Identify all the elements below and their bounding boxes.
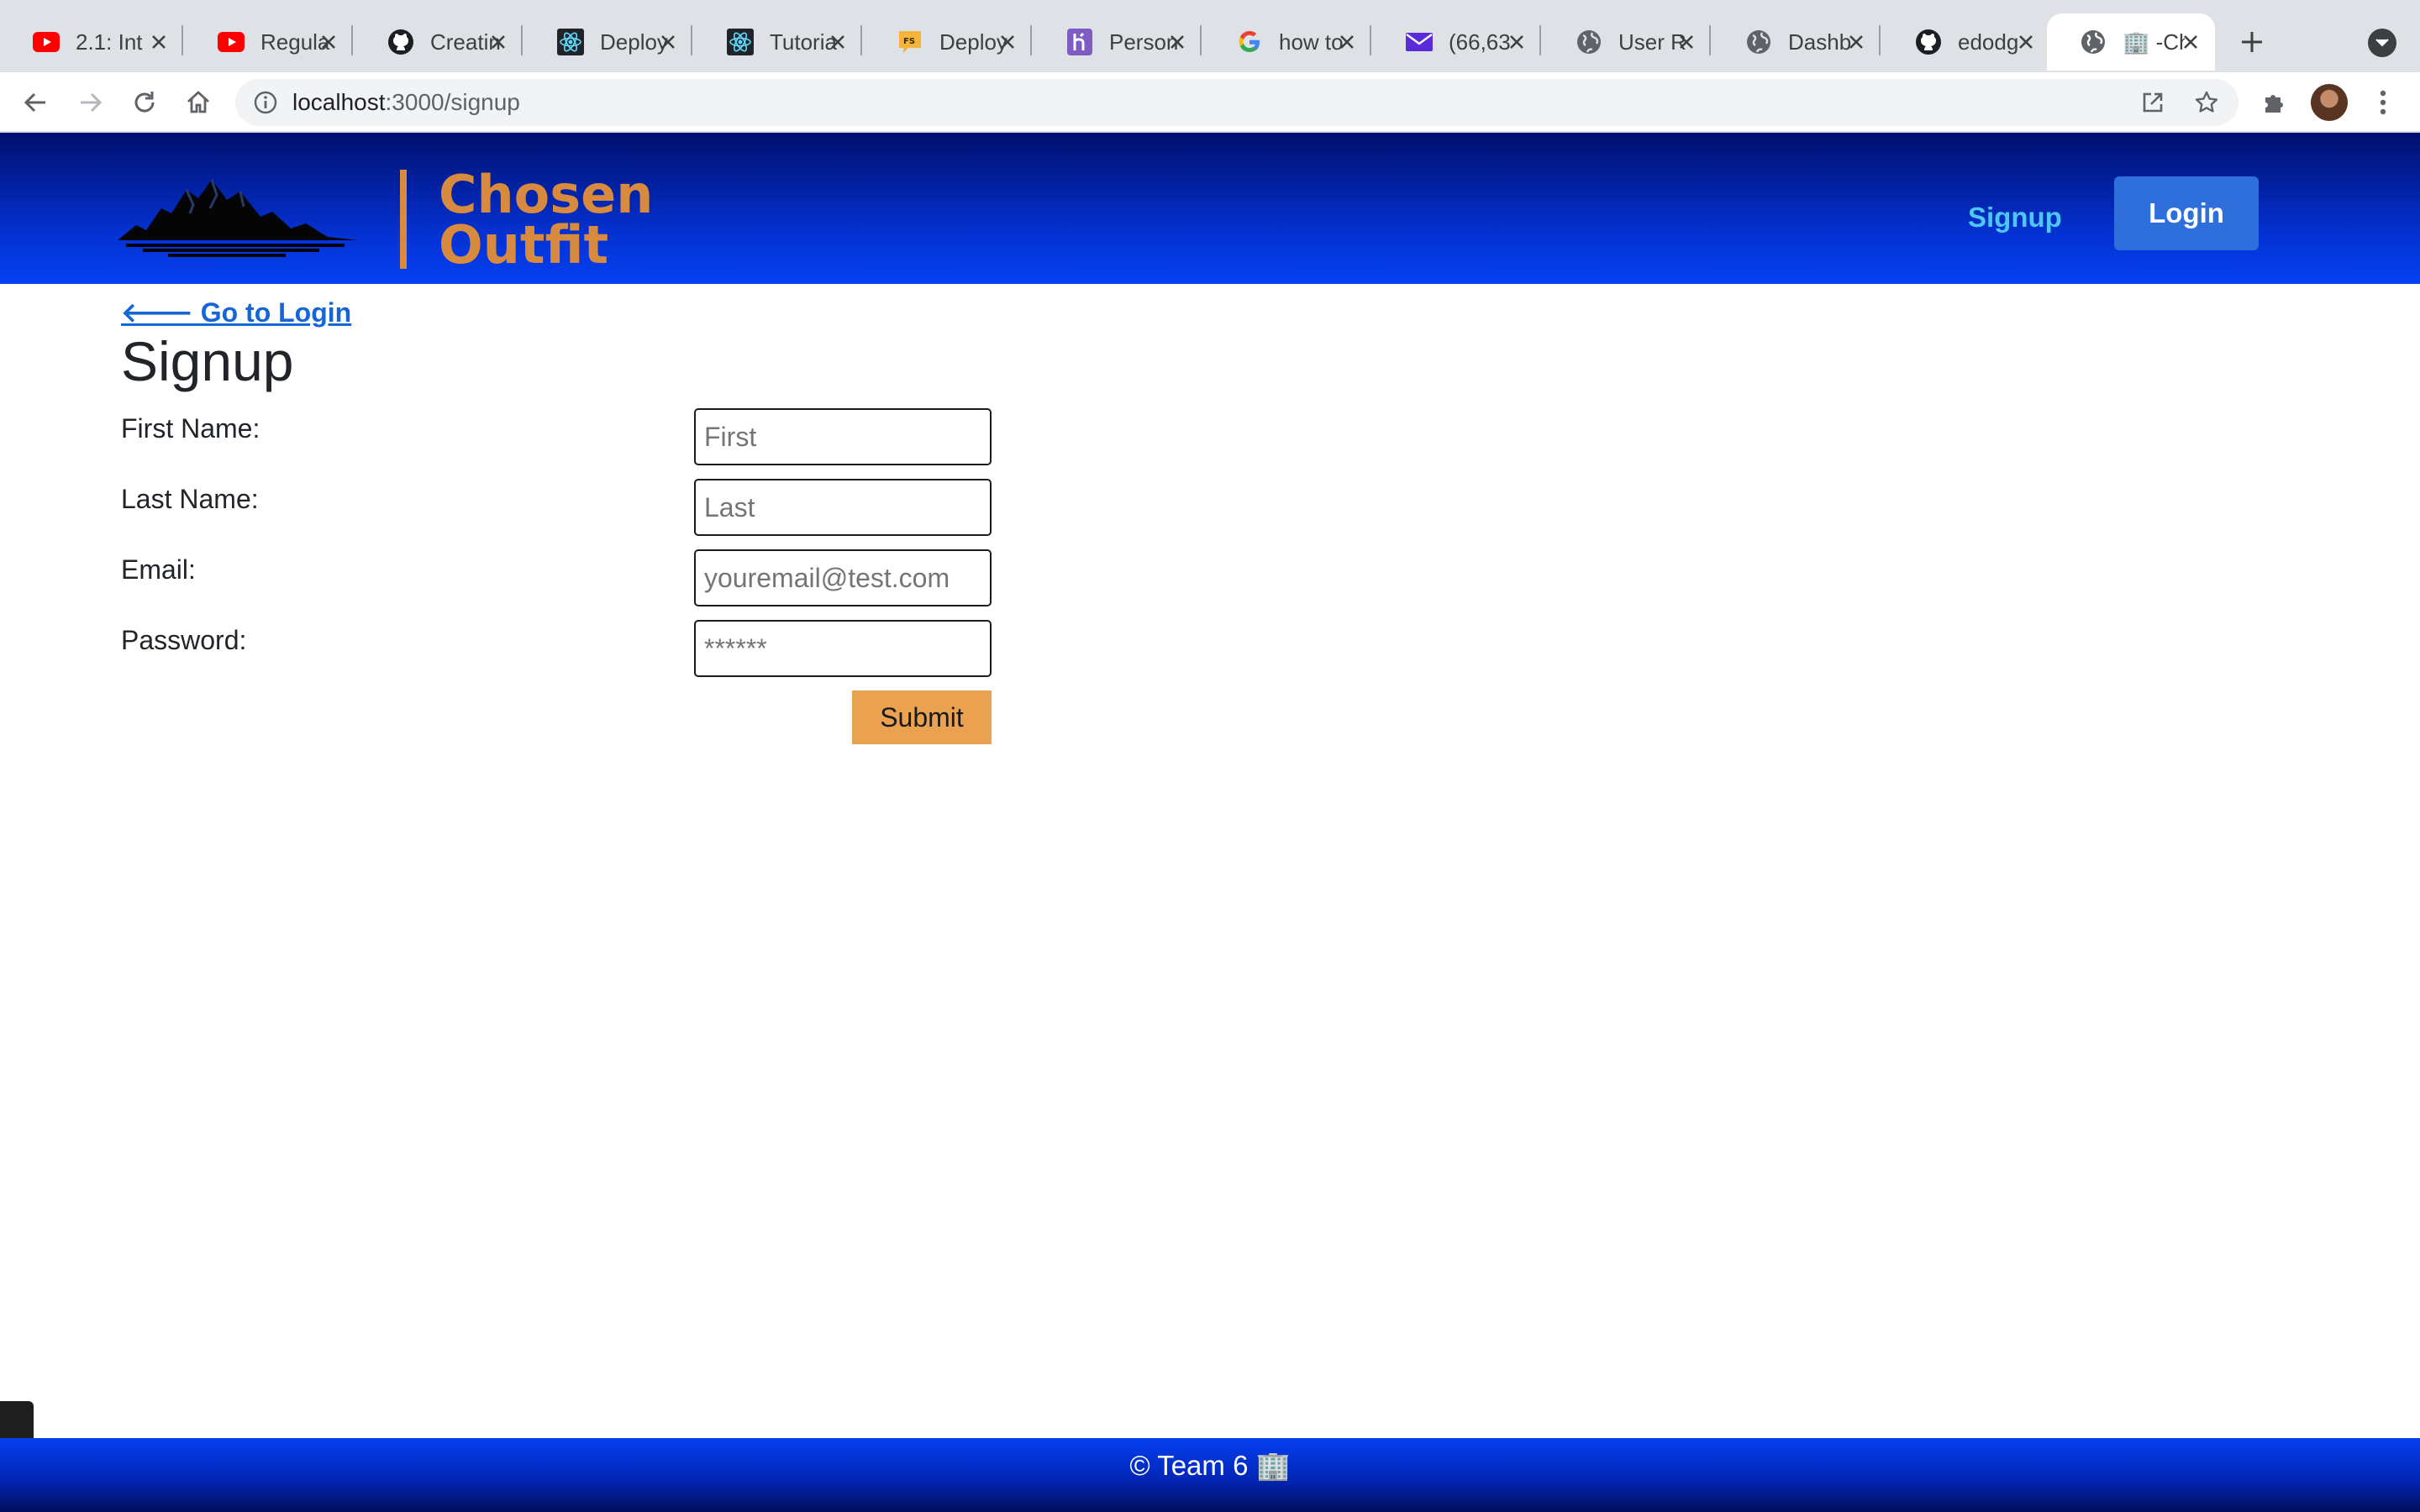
tab-divider — [1539, 25, 1541, 55]
tab-divider — [1200, 25, 1202, 55]
browser-tab[interactable]: Deploy — [524, 13, 692, 71]
svg-text:FS: FS — [903, 37, 915, 46]
logo-line-2: Outfit — [439, 214, 609, 276]
close-tab-icon[interactable] — [1844, 29, 1869, 55]
url-host: localhost — [292, 89, 386, 115]
globe-icon — [1744, 28, 1773, 56]
back-arrow-icon[interactable] — [18, 86, 52, 119]
first-name-label: First Name: — [121, 413, 260, 444]
fullstack-icon: FS — [896, 28, 924, 56]
email-input[interactable] — [694, 549, 992, 606]
react-icon — [726, 28, 755, 56]
first-name-input[interactable] — [694, 408, 992, 465]
logo-line-1: Chosen — [439, 164, 654, 225]
close-tab-icon[interactable] — [1165, 29, 1190, 55]
browser-tab[interactable]: edodg — [1882, 13, 2050, 71]
tab-divider — [1370, 25, 1371, 55]
bookmark-star-icon[interactable] — [2193, 89, 2220, 116]
tab-divider — [182, 25, 183, 55]
url-path: :3000/signup — [385, 89, 520, 115]
tab-title: 🏢 -Ch — [2123, 29, 2185, 55]
browser-tab[interactable]: (66,63 — [1373, 13, 1541, 71]
address-url[interactable]: localhost:3000/signup — [292, 89, 520, 116]
close-tab-icon[interactable] — [655, 29, 681, 55]
close-tab-icon[interactable] — [825, 29, 850, 55]
reload-icon[interactable] — [128, 86, 161, 119]
globe-icon — [2079, 28, 2107, 56]
close-tab-icon[interactable] — [1674, 29, 1699, 55]
tab-divider — [521, 25, 523, 55]
tab-divider — [351, 25, 353, 55]
go-to-login-link[interactable]: 🡐 Go to Login — [121, 296, 351, 328]
close-tab-icon[interactable] — [486, 29, 511, 55]
close-tab-icon[interactable] — [146, 29, 171, 55]
new-tab-plus-icon[interactable] — [2235, 25, 2269, 59]
chosen-outfit-logo[interactable]: Chosen Outfit — [118, 158, 664, 276]
footer-text: © Team 6 🏢 — [1129, 1450, 1291, 1481]
github-icon — [387, 28, 415, 56]
close-tab-icon[interactable] — [2178, 29, 2203, 55]
password-input[interactable] — [694, 620, 992, 677]
page-title: Signup — [121, 330, 294, 392]
nav-signup-link[interactable]: Signup — [1968, 202, 2062, 234]
browser-tab[interactable]: 2.1: Int — [0, 13, 183, 71]
mountain-logo-icon — [118, 179, 358, 257]
browser-tab[interactable]: Creatin — [355, 13, 523, 71]
browser-tab[interactable]: FS Deploy — [864, 13, 1032, 71]
tab-divider — [1709, 25, 1711, 55]
logo-divider — [400, 170, 407, 269]
logo-wordmark: Chosen Outfit — [439, 158, 654, 276]
tab-title: 2.1: Int — [76, 29, 143, 55]
close-tab-icon[interactable] — [2013, 29, 2039, 55]
youtube-icon — [32, 28, 60, 56]
close-tab-icon[interactable] — [1504, 29, 1529, 55]
site-footer: © Team 6 🏢 — [0, 1438, 2420, 1512]
close-tab-icon[interactable] — [1334, 29, 1360, 55]
heroku-icon — [1065, 28, 1094, 56]
browser-tab[interactable]: Tutoria — [694, 13, 862, 71]
nav-login-button[interactable]: Login — [2114, 176, 2259, 250]
github-icon — [1914, 28, 1943, 56]
extensions-puzzle-icon[interactable] — [2259, 87, 2289, 118]
open-in-app-icon[interactable] — [2139, 89, 2166, 116]
profile-avatar[interactable] — [2311, 84, 2348, 121]
globe-icon — [1575, 28, 1603, 56]
browser-toolbar: localhost:3000/signup — [0, 72, 2420, 133]
browser-tab-active[interactable]: 🏢 -Ch — [2047, 13, 2215, 71]
address-bar[interactable]: localhost:3000/signup — [235, 79, 2238, 126]
tab-divider — [860, 25, 862, 55]
youtube-icon — [217, 28, 245, 56]
tab-divider — [1030, 25, 1032, 55]
last-name-label: Last Name: — [121, 484, 259, 514]
site-info-icon[interactable] — [254, 91, 277, 114]
browser-tab[interactable]: Regula — [185, 13, 353, 71]
browser-tab[interactable]: how to — [1203, 13, 1371, 71]
browser-tab-strip: 2.1: Int Regula Creatin Deploy Tutoria F… — [0, 0, 2420, 72]
mail-icon — [1405, 28, 1434, 56]
google-icon — [1235, 28, 1264, 56]
submit-button[interactable]: Submit — [852, 690, 992, 744]
close-tab-icon[interactable] — [995, 29, 1020, 55]
tab-search-chevron-icon[interactable] — [2368, 29, 2396, 57]
last-name-input[interactable] — [694, 479, 992, 536]
react-icon — [556, 28, 585, 56]
tab-divider — [691, 25, 692, 55]
close-tab-icon[interactable] — [316, 29, 341, 55]
forward-arrow-icon[interactable] — [74, 86, 108, 119]
site-header: Chosen Outfit Signup Login — [0, 133, 2420, 284]
browser-tab[interactable]: User R — [1543, 13, 1711, 71]
tab-divider — [1879, 25, 1881, 55]
home-icon[interactable] — [182, 86, 215, 119]
password-label: Password: — [121, 625, 247, 655]
email-label: Email: — [121, 554, 196, 585]
browser-menu-kebab-icon[interactable] — [2368, 87, 2398, 118]
browser-tab[interactable]: Dashb — [1712, 13, 1881, 71]
browser-tab[interactable]: Person — [1034, 13, 1202, 71]
